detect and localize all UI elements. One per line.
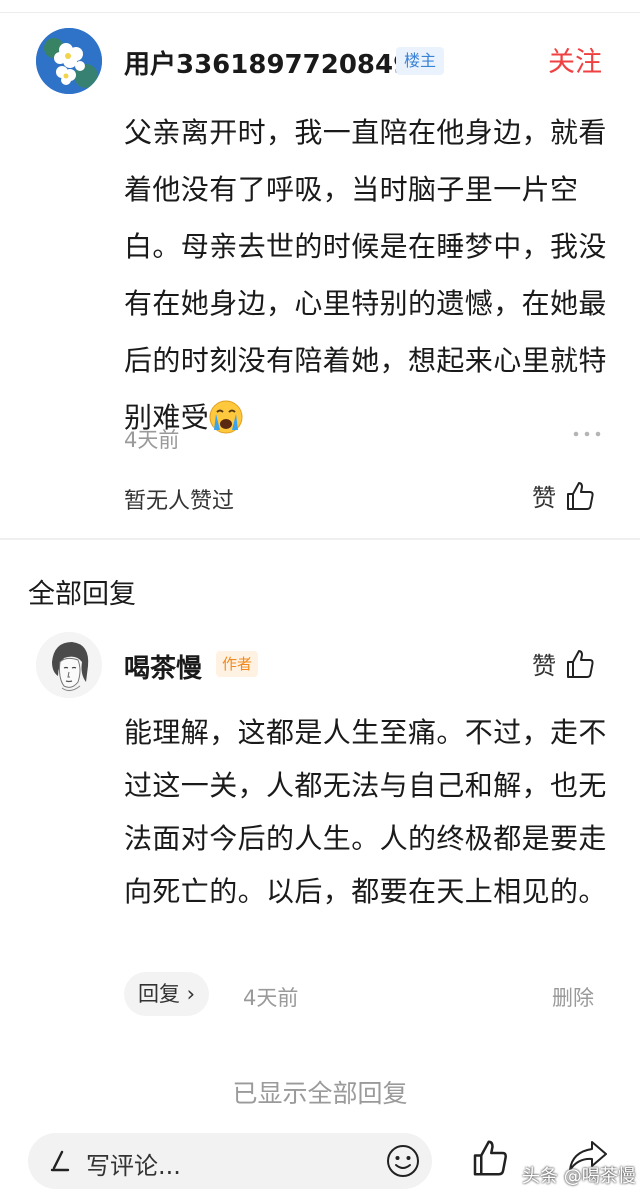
pen-icon <box>50 1150 70 1172</box>
reply-avatar[interactable] <box>36 632 102 698</box>
comment-input[interactable]: 写评论... <box>28 1133 432 1189</box>
author-badge: 作者 <box>216 651 259 677</box>
more-options-icon[interactable] <box>570 420 604 448</box>
post-body: 父亲离开时，我一直陪在他身边，就看着他没有了呼吸，当时脑子里一片空白。母亲去世的… <box>124 104 624 446</box>
no-likes-text: 暂无人赞过 <box>124 489 235 514</box>
post-time: 4天前 <box>124 428 180 452</box>
thumbs-up-icon <box>567 649 594 678</box>
thumbs-up-icon <box>567 481 594 510</box>
louzhu-badge: 楼主 <box>396 47 445 75</box>
all-replies-shown-text: 已显示全部回复 <box>232 1079 408 1108</box>
watermark: 头条 @喝茶慢 <box>522 1166 636 1187</box>
crying-emoji-icon <box>209 400 243 434</box>
reply-time: 4天前 <box>243 986 299 1010</box>
flower-avatar-image <box>36 28 102 94</box>
reply-username[interactable]: 喝茶慢 <box>124 648 202 685</box>
post-like-label: 赞 <box>532 484 556 512</box>
post-avatar[interactable] <box>36 28 102 94</box>
follow-button[interactable]: 关注 <box>548 40 602 79</box>
section-divider <box>0 538 640 540</box>
comment-placeholder: 写评论... <box>86 1152 181 1180</box>
top-divider <box>0 0 640 13</box>
post-like-button[interactable]: 赞 <box>532 478 596 513</box>
reply-like-button[interactable]: 赞 <box>532 646 596 681</box>
thumbs-up-icon[interactable] <box>470 1138 510 1178</box>
bottom-bar: 写评论... 头条 @喝茶慢 <box>0 1124 640 1199</box>
all-replies-title: 全部回复 <box>28 579 136 610</box>
reply-button[interactable]: 回复 › <box>124 972 210 1016</box>
post-body-text: 父亲离开时，我一直陪在他身边，就看着他没有了呼吸，当时脑子里一片空白。母亲去世的… <box>124 116 607 434</box>
post-username[interactable]: 用户3361897720849 <box>124 44 411 81</box>
reply-body: 能理解，这都是人生至痛。不过，走不过这一关，人都无法与自己和解，也无法面对今后的… <box>124 716 607 908</box>
delete-button[interactable]: 删除 <box>552 982 594 1012</box>
emoji-icon[interactable] <box>385 1143 421 1179</box>
reply-like-label: 赞 <box>532 652 556 680</box>
sketch-portrait-avatar-image <box>36 632 102 698</box>
